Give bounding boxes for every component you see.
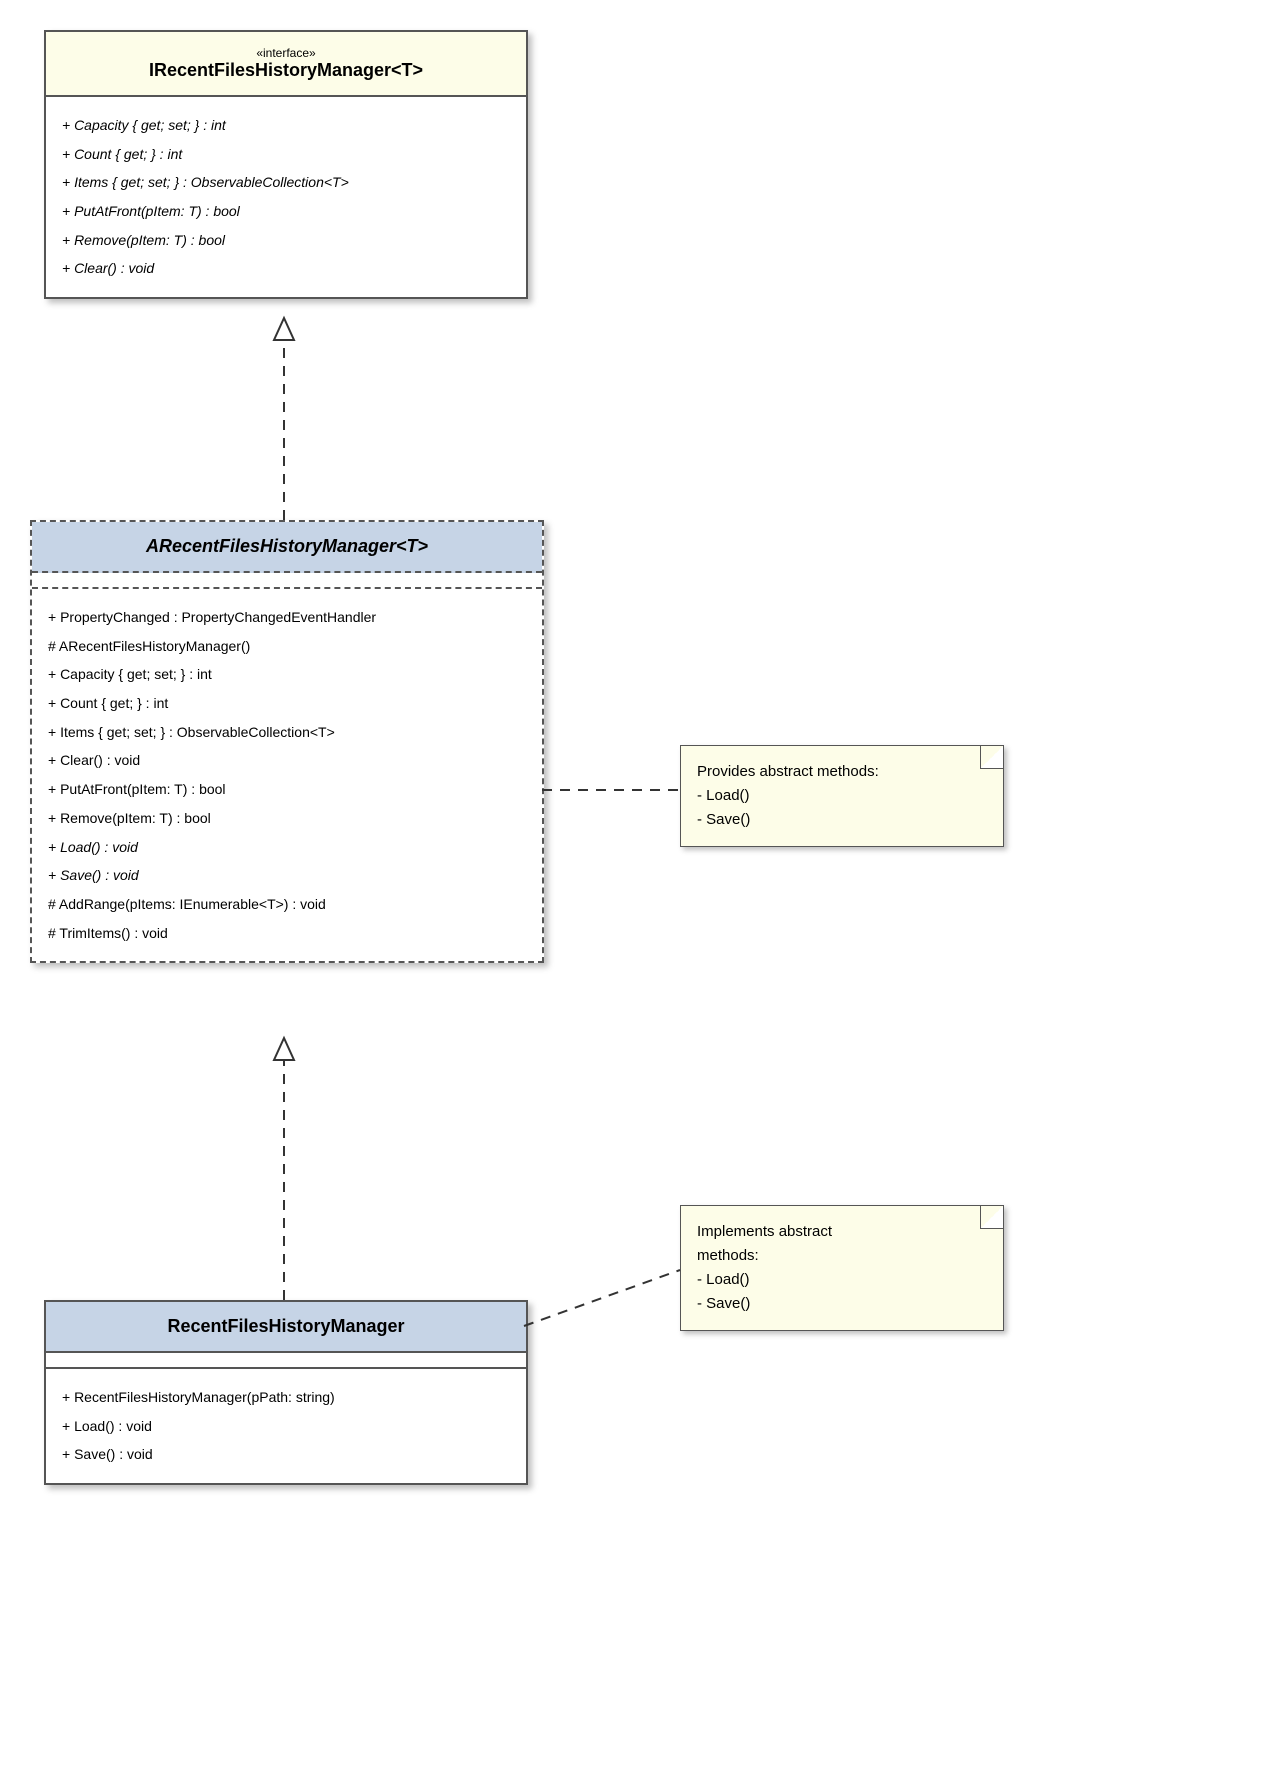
interface-stereotype: «interface»: [56, 46, 516, 60]
concrete-member: + RecentFilesHistoryManager(pPath: strin…: [62, 1383, 510, 1412]
abstract-members: + PropertyChanged : PropertyChangedEvent…: [32, 589, 542, 961]
interface-member: + Remove(pItem: T) : bool: [62, 226, 510, 255]
abstract-member: # TrimItems() : void: [48, 919, 526, 948]
note-line: - Save(): [697, 1292, 987, 1316]
abstract-member: + PutAtFront(pItem: T) : bool: [48, 775, 526, 804]
note-line: - Load(): [697, 784, 987, 808]
abstract-title: ARecentFilesHistoryManager<T>: [42, 536, 532, 557]
abstract-member: + Remove(pItem: T) : bool: [48, 804, 526, 833]
abstract-class-box: ARecentFilesHistoryManager<T> + Property…: [30, 520, 544, 963]
abstract-member: + Save() : void: [48, 861, 526, 890]
note-abstract-methods: Provides abstract methods: - Load() - Sa…: [680, 745, 1004, 847]
concrete-header: RecentFilesHistoryManager: [46, 1302, 526, 1353]
concrete-empty-compartment: [46, 1353, 526, 1369]
uml-class-diagram: «interface» IRecentFilesHistoryManager<T…: [30, 30, 1250, 1750]
note-line: Implements abstract: [697, 1220, 987, 1244]
abstract-member: # AddRange(pItems: IEnumerable<T>) : voi…: [48, 890, 526, 919]
note-line: - Load(): [697, 1268, 987, 1292]
abstract-member: + Clear() : void: [48, 746, 526, 775]
abstract-member: + Items { get; set; } : ObservableCollec…: [48, 718, 526, 747]
abstract-member: + Count { get; } : int: [48, 689, 526, 718]
interface-member: + Clear() : void: [62, 254, 510, 283]
interface-member: + Capacity { get; set; } : int: [62, 111, 510, 140]
interface-member: + Count { get; } : int: [62, 140, 510, 169]
note-line: Provides abstract methods:: [697, 760, 987, 784]
note-fold-icon: [980, 1206, 1003, 1229]
abstract-member: + Capacity { get; set; } : int: [48, 660, 526, 689]
abstract-header: ARecentFilesHistoryManager<T>: [32, 522, 542, 573]
concrete-title: RecentFilesHistoryManager: [56, 1316, 516, 1337]
interface-title: IRecentFilesHistoryManager<T>: [56, 60, 516, 81]
interface-header: «interface» IRecentFilesHistoryManager<T…: [46, 32, 526, 97]
note-line: methods:: [697, 1244, 987, 1268]
abstract-member: + Load() : void: [48, 833, 526, 862]
concrete-member: + Load() : void: [62, 1412, 510, 1441]
note-fold-icon: [980, 746, 1003, 769]
interface-class-box: «interface» IRecentFilesHistoryManager<T…: [44, 30, 528, 299]
concrete-class-box: RecentFilesHistoryManager + RecentFilesH…: [44, 1300, 528, 1485]
concrete-member: + Save() : void: [62, 1440, 510, 1469]
concrete-members: + RecentFilesHistoryManager(pPath: strin…: [46, 1369, 526, 1483]
abstract-empty-compartment: [32, 573, 542, 589]
note-implements-methods: Implements abstract methods: - Load() - …: [680, 1205, 1004, 1331]
interface-members: + Capacity { get; set; } : int + Count {…: [46, 97, 526, 297]
interface-member: + Items { get; set; } : ObservableCollec…: [62, 168, 510, 197]
interface-member: + PutAtFront(pItem: T) : bool: [62, 197, 510, 226]
abstract-member: + PropertyChanged : PropertyChangedEvent…: [48, 603, 526, 632]
note-line: - Save(): [697, 808, 987, 832]
abstract-member: # ARecentFilesHistoryManager(): [48, 632, 526, 661]
